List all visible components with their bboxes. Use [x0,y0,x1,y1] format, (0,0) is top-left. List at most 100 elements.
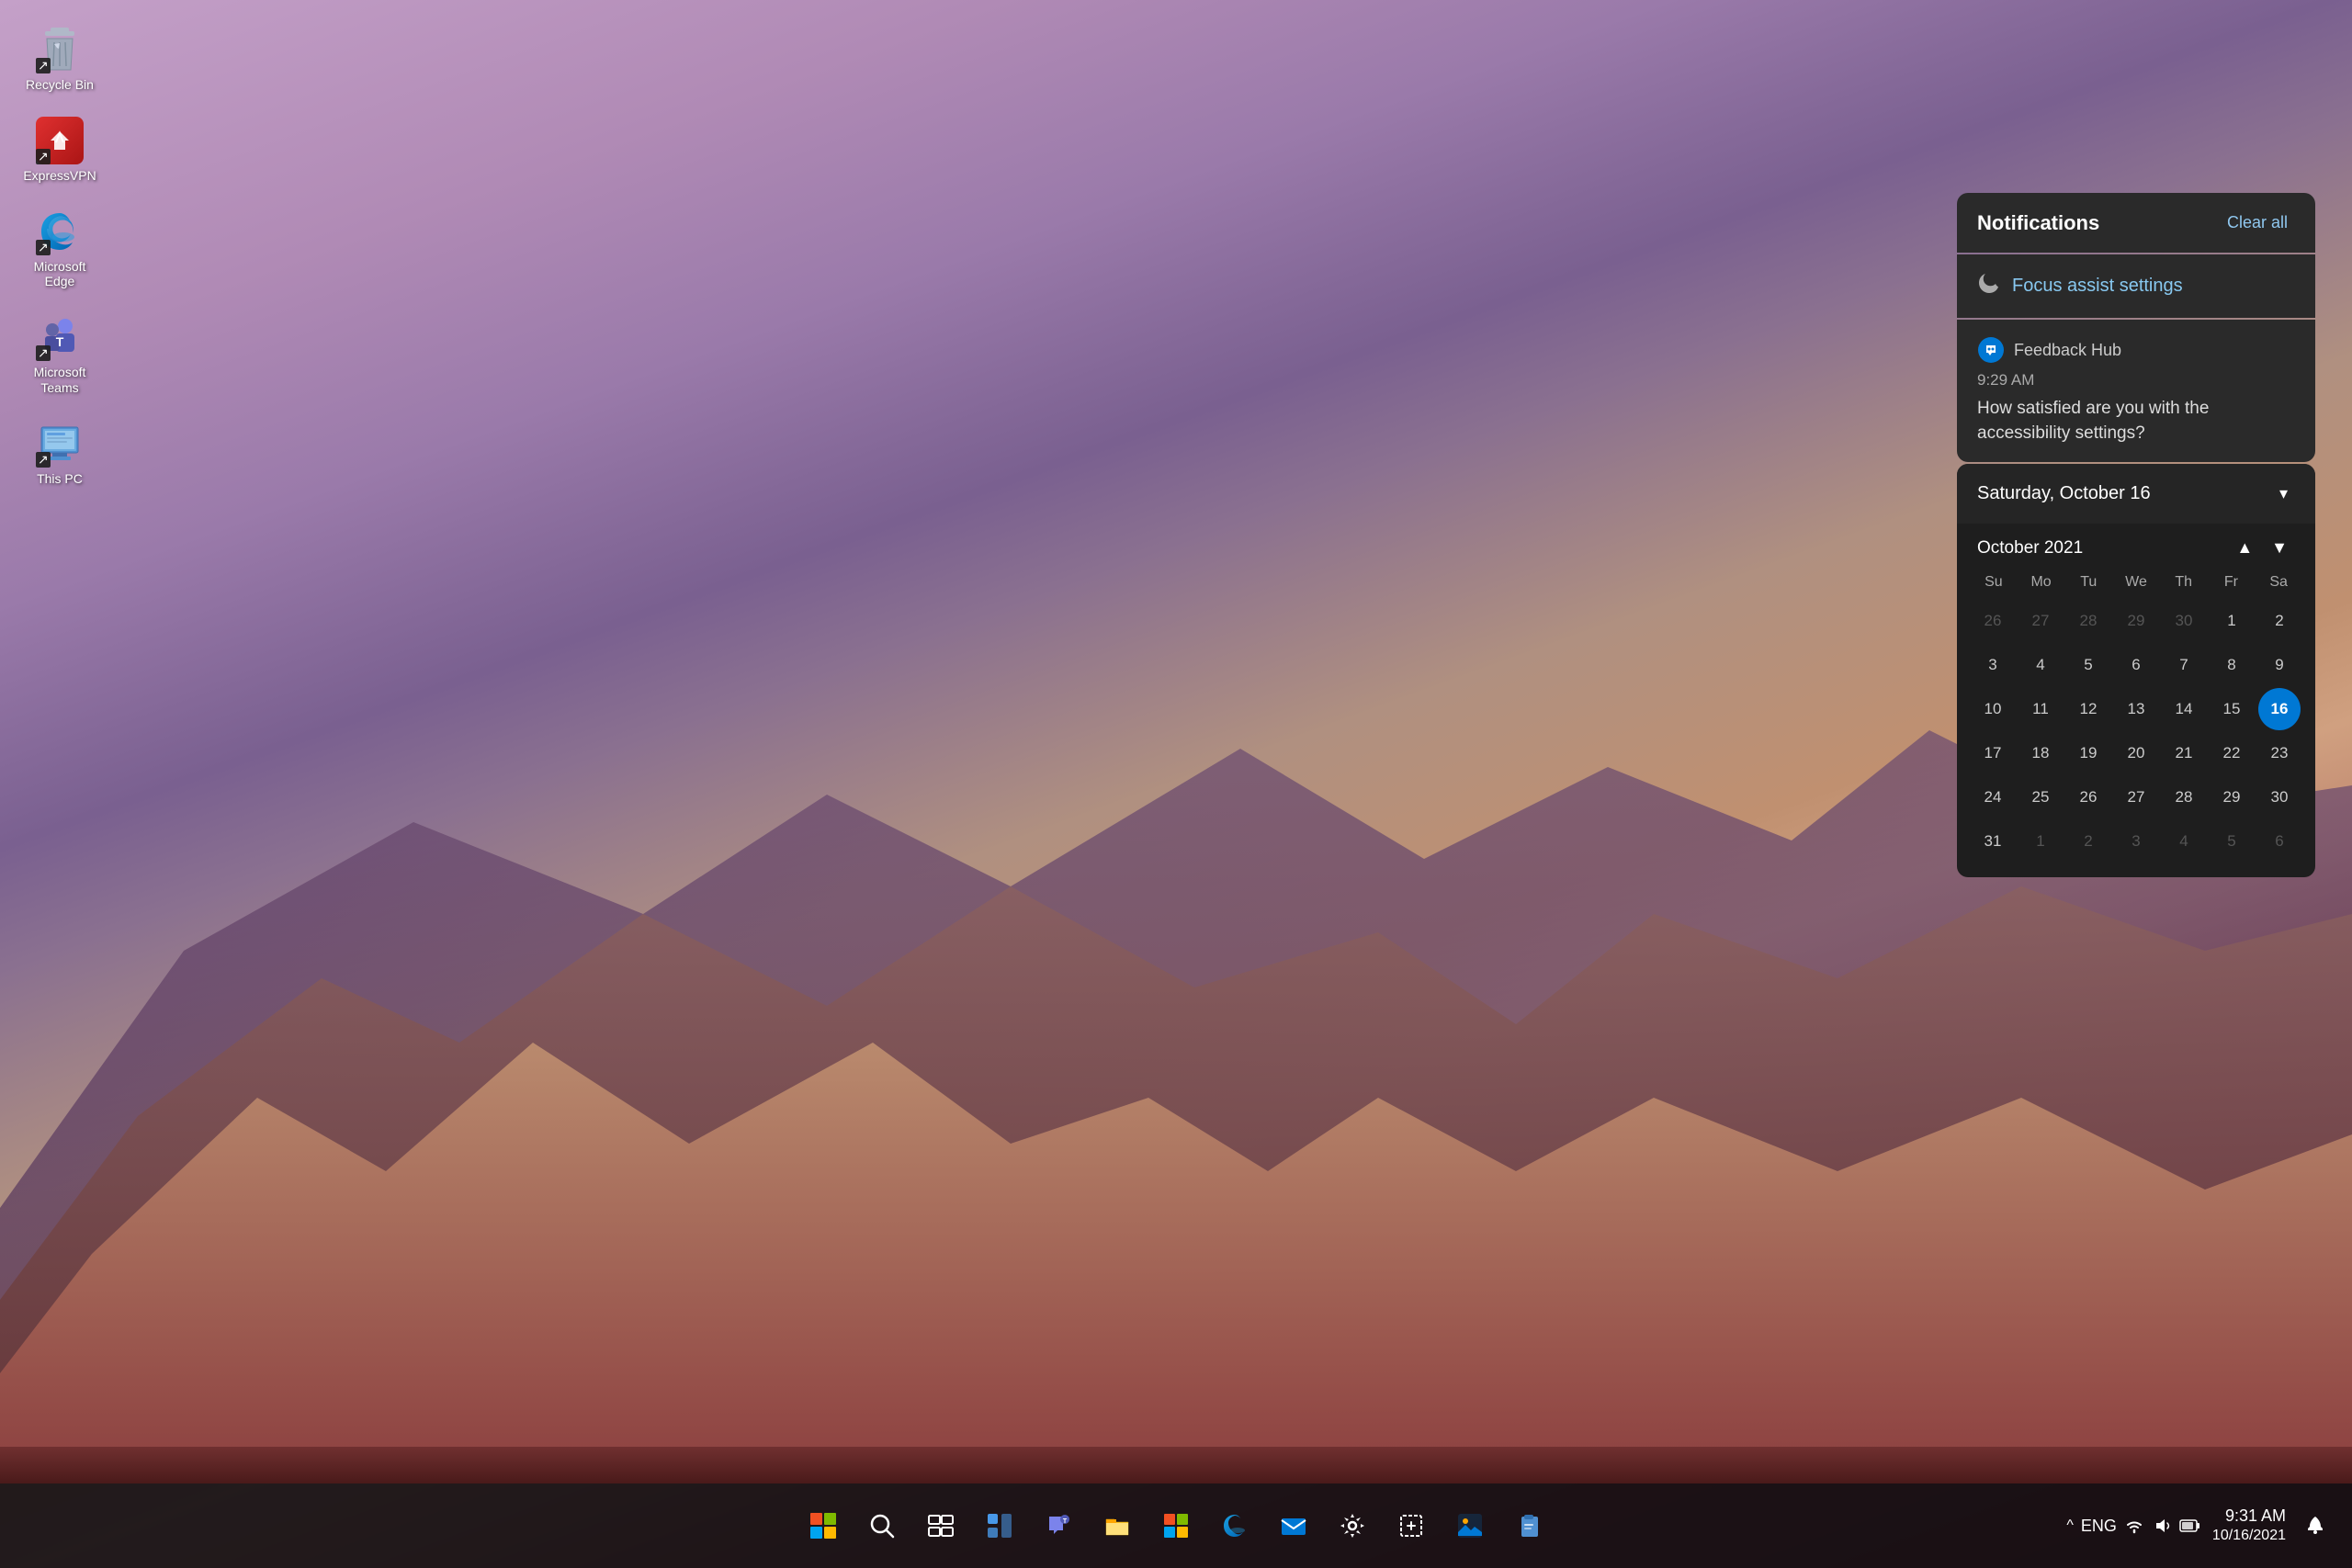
settings-button[interactable] [1327,1500,1378,1551]
start-button[interactable] [797,1500,849,1551]
calendar-day[interactable]: 27 [2115,776,2157,818]
language-indicator: ENG [2081,1517,2117,1536]
calendar-day[interactable]: 24 [1972,776,2014,818]
feedback-hub-header: Feedback Hub [1977,336,2295,364]
calendar-day[interactable]: 14 [2163,688,2205,730]
search-button[interactable] [856,1500,908,1551]
calendar-day[interactable]: 8 [2211,644,2253,686]
current-time: 9:31 AM [2212,1506,2286,1527]
calendar-day[interactable]: 5 [2211,820,2253,863]
calendar-day[interactable]: 28 [2067,600,2109,642]
calendar-widget: Saturday, October 16 ▾ October 2021 ▲ ▼ … [1957,464,2315,877]
calendar-day[interactable]: 10 [1972,688,2014,730]
feedback-message: How satisfied are you with the accessibi… [1977,397,2295,446]
taskbar-center: T [797,1500,1555,1551]
thispc-label: This PC [37,471,83,487]
weekday-we: We [2112,569,2160,596]
calendar-header[interactable]: Saturday, October 16 ▾ [1957,464,2315,524]
thispc-desktop-icon[interactable]: ↗ This PC [18,412,101,494]
photos-button[interactable] [1444,1500,1496,1551]
calendar-day[interactable]: 30 [2258,776,2301,818]
system-tray: ^ ENG [2066,1516,2201,1536]
calendar-day[interactable]: 21 [2163,732,2205,774]
calendar-day[interactable]: 29 [2115,600,2157,642]
mail-button[interactable] [1268,1500,1319,1551]
expressvpn-desktop-icon[interactable]: ↗ ExpressVPN [18,109,101,191]
store-button[interactable] [1150,1500,1202,1551]
calendar-day[interactable]: 4 [2163,820,2205,863]
calendar-day[interactable]: 13 [2115,688,2157,730]
clear-all-button[interactable]: Clear all [2220,209,2295,236]
teams-taskbar-button[interactable]: T [1033,1500,1084,1551]
weekday-th: Th [2160,569,2208,596]
calendar-day[interactable]: 17 [1972,732,2014,774]
battery-icon [2179,1516,2201,1536]
calendar-day[interactable]: 28 [2163,776,2205,818]
tray-expand-icon[interactable]: ^ [2066,1517,2074,1534]
calendar-collapse-button[interactable]: ▾ [2272,480,2295,507]
taskbar-clock[interactable]: 9:31 AM 10/16/2021 [2212,1506,2286,1546]
calendar-day[interactable]: 18 [2019,732,2062,774]
teams-desktop-icon[interactable]: T ↗ Microsoft Teams [18,306,101,403]
taskbar: T [0,1483,2352,1568]
calendar-grid: Su Mo Tu We Th Fr Sa 2627282930123456789… [1957,569,2315,877]
teams-label: Microsoft Teams [26,365,94,396]
edge-taskbar-button[interactable] [1209,1500,1261,1551]
calendar-day[interactable]: 29 [2211,776,2253,818]
notification-title: Notifications [1977,211,2099,235]
calendar-day[interactable]: 3 [2115,820,2157,863]
calendar-day[interactable]: 5 [2067,644,2109,686]
calendar-day[interactable]: 26 [1972,600,2014,642]
feedback-hub-card: Feedback Hub 9:29 AM How satisfied are y… [1957,320,2315,462]
calendar-day[interactable]: 19 [2067,732,2109,774]
calendar-days: 2627282930123456789101112131415161718192… [1970,600,2302,863]
weekday-tu: Tu [2064,569,2112,596]
weekday-fr: Fr [2208,569,2256,596]
calendar-next-month[interactable]: ▼ [2264,535,2295,561]
calendar-day[interactable]: 31 [1972,820,2014,863]
calendar-day[interactable]: 27 [2019,600,2062,642]
calendar-day[interactable]: 20 [2115,732,2157,774]
svg-text:T: T [56,334,64,349]
calendar-day[interactable]: 2 [2258,600,2301,642]
calendar-day[interactable]: 1 [2211,600,2253,642]
calendar-day[interactable]: 16 [2258,688,2301,730]
calendar-prev-month[interactable]: ▲ [2229,535,2260,561]
focus-assist-card[interactable]: Focus assist settings [1957,254,2315,318]
recycle-bin-icon[interactable]: ↗ Recycle Bin [18,18,101,100]
calendar-day[interactable]: 22 [2211,732,2253,774]
weekday-su: Su [1970,569,2018,596]
calendar-day[interactable]: 25 [2019,776,2062,818]
calendar-day[interactable]: 23 [2258,732,2301,774]
notification-panel: Notifications Clear all Focus assist set… [1957,193,2315,462]
calendar-day[interactable]: 7 [2163,644,2205,686]
svg-text:T: T [1063,1518,1068,1525]
calendar-day[interactable]: 6 [2115,644,2157,686]
calendar-day[interactable]: 26 [2067,776,2109,818]
file-explorer-button[interactable] [1091,1500,1143,1551]
calendar-day[interactable]: 4 [2019,644,2062,686]
desktop-icons-container: ↗ Recycle Bin ↗ ExpressVPN [0,0,119,513]
feedback-time: 9:29 AM [1977,371,2295,389]
snipping-tool-button[interactable] [1385,1500,1437,1551]
calendar-current-date: Saturday, October 16 [1977,483,2151,504]
calendar-day[interactable]: 1 [2019,820,2062,863]
calendar-month-year: October 2021 [1977,538,2083,558]
notification-bell-button[interactable] [2297,1500,2334,1551]
weekday-mo: Mo [2018,569,2065,596]
calendar-day[interactable]: 30 [2163,600,2205,642]
focus-assist-row[interactable]: Focus assist settings [1977,271,2295,301]
calendar-day[interactable]: 6 [2258,820,2301,863]
calendar-day[interactable]: 15 [2211,688,2253,730]
calendar-day[interactable]: 12 [2067,688,2109,730]
calendar-day[interactable]: 2 [2067,820,2109,863]
calendar-day[interactable]: 3 [1972,644,2014,686]
widgets-button[interactable] [974,1500,1025,1551]
clipboard-button[interactable] [1503,1500,1555,1551]
calendar-day[interactable]: 11 [2019,688,2062,730]
feedback-app-name: Feedback Hub [2014,341,2121,360]
edge-desktop-icon[interactable]: ↗ Microsoft Edge [18,200,101,298]
task-view-button[interactable] [915,1500,967,1551]
calendar-day[interactable]: 9 [2258,644,2301,686]
taskbar-right: ^ ENG 9:31 AM 10/16/2021 [2066,1500,2334,1551]
